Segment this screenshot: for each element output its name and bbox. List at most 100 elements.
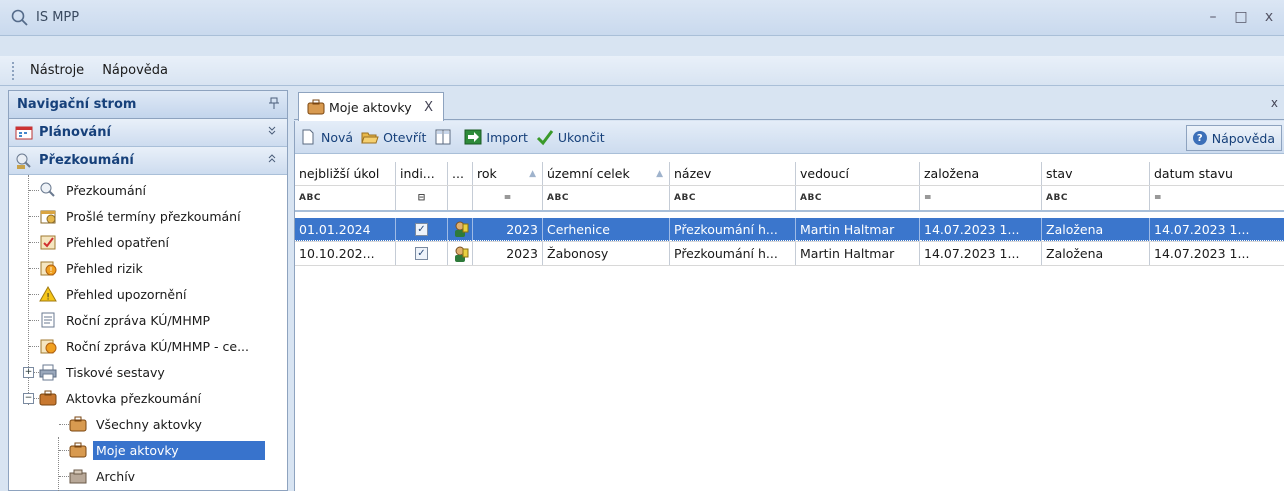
cell-year: 2023: [473, 218, 543, 241]
help-button[interactable]: ? Nápověda: [1185, 125, 1282, 151]
expand-icon[interactable]: +: [23, 366, 34, 378]
tree-item-my-briefcases[interactable]: Moje aktovky: [9, 437, 287, 463]
checkbox-icon: ✓: [415, 247, 428, 260]
tree-item-archive[interactable]: Archív: [9, 463, 287, 489]
sort-ascending-icon: ▲: [656, 168, 663, 179]
cell-state: Založena: [1042, 218, 1150, 241]
chevron-down-icon[interactable]: [267, 126, 277, 139]
column-header-lead[interactable]: vedoucí: [796, 162, 920, 185]
group-review[interactable]: Přezkoumání: [9, 147, 287, 175]
cell-task: 10.10.202...: [295, 242, 396, 265]
maximize-button[interactable]: □: [1230, 6, 1252, 28]
briefcase-small-icon: [69, 441, 87, 459]
tree-item-label: Prošlé termíny přezkoumání: [66, 208, 241, 224]
checklist-icon: [39, 233, 57, 251]
table-row[interactable]: 10.10.202... ✓ 2023 Žabonosy Přezkoumání…: [295, 242, 1284, 266]
filter-year[interactable]: =: [473, 186, 543, 210]
sort-ascending-icon: ▲: [529, 168, 536, 179]
toolbar-grip[interactable]: [12, 61, 14, 80]
cell-indicator: ✓: [396, 218, 448, 241]
navigation-tree: Přezkoumání Prošlé termíny přezkoumání P…: [9, 175, 287, 491]
close-tab-button[interactable]: X: [424, 100, 433, 115]
minimize-button[interactable]: –: [1202, 6, 1224, 28]
grid-filter-row: ABC ⊟ = ABC ABC ABC = ABC =: [295, 186, 1284, 212]
tree-item-label: Archív: [96, 468, 136, 484]
close-all-tabs-button[interactable]: x: [1271, 96, 1278, 110]
warning-icon: !: [39, 285, 57, 303]
tree-item-label: Aktovka přezkoumání: [66, 390, 202, 406]
tree-item-annual-report-risks[interactable]: Roční zpráva KÚ/MHMP - ce...: [9, 333, 287, 359]
column-header-year[interactable]: rok ▲: [473, 162, 543, 185]
tree-item-expired-terms[interactable]: Prošlé termíny přezkoumání: [9, 203, 287, 229]
menu-tools[interactable]: Nástroje: [28, 61, 86, 80]
tree-item-warnings[interactable]: ! Přehled upozornění: [9, 281, 287, 307]
report-risk-icon: [39, 337, 57, 355]
cell-lead: Martin Haltmar: [796, 218, 920, 241]
column-header-created[interactable]: založena: [920, 162, 1042, 185]
cell-state-date: 14.07.2023 1...: [1150, 242, 1284, 265]
new-button[interactable]: Nová: [299, 128, 353, 146]
finish-button-label: Ukončit: [557, 129, 605, 145]
column-header-area[interactable]: územní celek ▲: [543, 162, 670, 185]
columns-button[interactable]: [434, 128, 456, 146]
tab-my-briefcases[interactable]: Moje aktovky X: [298, 92, 444, 121]
grid-header-row: nejbližší úkol indi... ... rok ▲ územní c…: [295, 162, 1284, 186]
column-header-indicator[interactable]: indi...: [396, 162, 448, 185]
filter-name[interactable]: ABC: [670, 186, 796, 210]
tree-item-annual-report[interactable]: Roční zpráva KÚ/MHMP: [9, 307, 287, 333]
filter-more[interactable]: [448, 186, 473, 210]
group-review-label: Přezkoumání: [39, 153, 134, 168]
tree-item-label: Roční zpráva KÚ/MHMP - ce...: [66, 338, 250, 354]
filter-state[interactable]: ABC: [1042, 186, 1150, 210]
window-title: IS MPP: [36, 10, 80, 25]
cell-name: Přezkoumání h...: [670, 218, 796, 241]
import-icon: [464, 128, 482, 146]
cell-indicator: ✓: [396, 242, 448, 265]
finish-button[interactable]: Ukončit: [536, 128, 605, 146]
filter-lead[interactable]: ABC: [796, 186, 920, 210]
import-button[interactable]: Import: [464, 128, 528, 146]
filter-area[interactable]: ABC: [543, 186, 670, 210]
column-header-task[interactable]: nejbližší úkol: [295, 162, 396, 185]
filter-state-date[interactable]: =: [1150, 186, 1284, 210]
tab-label: Moje aktovky: [329, 99, 412, 115]
group-planning[interactable]: Plánování: [9, 119, 287, 147]
tree-item-print-reports[interactable]: + Tiskové sestavy: [9, 359, 287, 385]
tree-item-label: Tiskové sestavy: [66, 364, 165, 380]
chevron-up-icon[interactable]: [267, 154, 277, 167]
filter-task[interactable]: ABC: [295, 186, 396, 210]
tree-item-label: Moje aktovky: [93, 440, 265, 460]
tree-item-risks[interactable]: ! Přehled rizik: [9, 255, 287, 281]
new-button-label: Nová: [321, 129, 354, 145]
person-icon: [452, 220, 470, 238]
column-header-more[interactable]: ...: [448, 162, 473, 185]
column-header-state[interactable]: stav: [1042, 162, 1150, 185]
filter-indicator[interactable]: ⊟: [396, 186, 448, 210]
tree-item-label: Přehled rizik: [66, 260, 143, 276]
tree-item-review[interactable]: Přezkoumání: [9, 177, 287, 203]
review-icon: [39, 181, 57, 199]
filter-created[interactable]: =: [920, 186, 1042, 210]
svg-text:!: !: [49, 266, 52, 275]
checkbox-icon: ✓: [415, 222, 428, 236]
column-header-state-date[interactable]: datum stavu: [1150, 162, 1284, 185]
open-button[interactable]: Otevřít: [361, 128, 426, 146]
cell-task: 01.01.2024: [295, 218, 396, 241]
navigation-title: Navigační strom: [17, 97, 137, 112]
collapse-icon[interactable]: −: [23, 392, 34, 404]
title-bar: IS MPP – □ x: [0, 0, 1284, 36]
briefcase-icon: [39, 389, 57, 407]
tree-item-measures[interactable]: Přehled opatření: [9, 229, 287, 255]
tree-item-review-briefcase[interactable]: − Aktovka přezkoumání: [9, 385, 287, 411]
data-grid: nejbližší úkol indi... ... rok ▲ územní c…: [295, 162, 1284, 266]
content-area: Nová Otevřít Import Ukončit ? Nápověda n…: [294, 121, 1284, 491]
columns-icon: [434, 128, 452, 146]
menu-help[interactable]: Nápověda: [100, 61, 170, 80]
table-row[interactable]: 01.01.2024 ✓ 2023 Cerhenice Přezkoumání …: [295, 218, 1284, 242]
document-tabs: Moje aktovky X x: [294, 90, 1284, 121]
column-header-name[interactable]: název: [670, 162, 796, 185]
close-window-button[interactable]: x: [1258, 6, 1280, 28]
tree-item-all-briefcases[interactable]: Všechny aktovky: [9, 411, 287, 437]
cell-state-date: 14.07.2023 1...: [1150, 218, 1284, 241]
pin-icon[interactable]: [269, 97, 279, 112]
